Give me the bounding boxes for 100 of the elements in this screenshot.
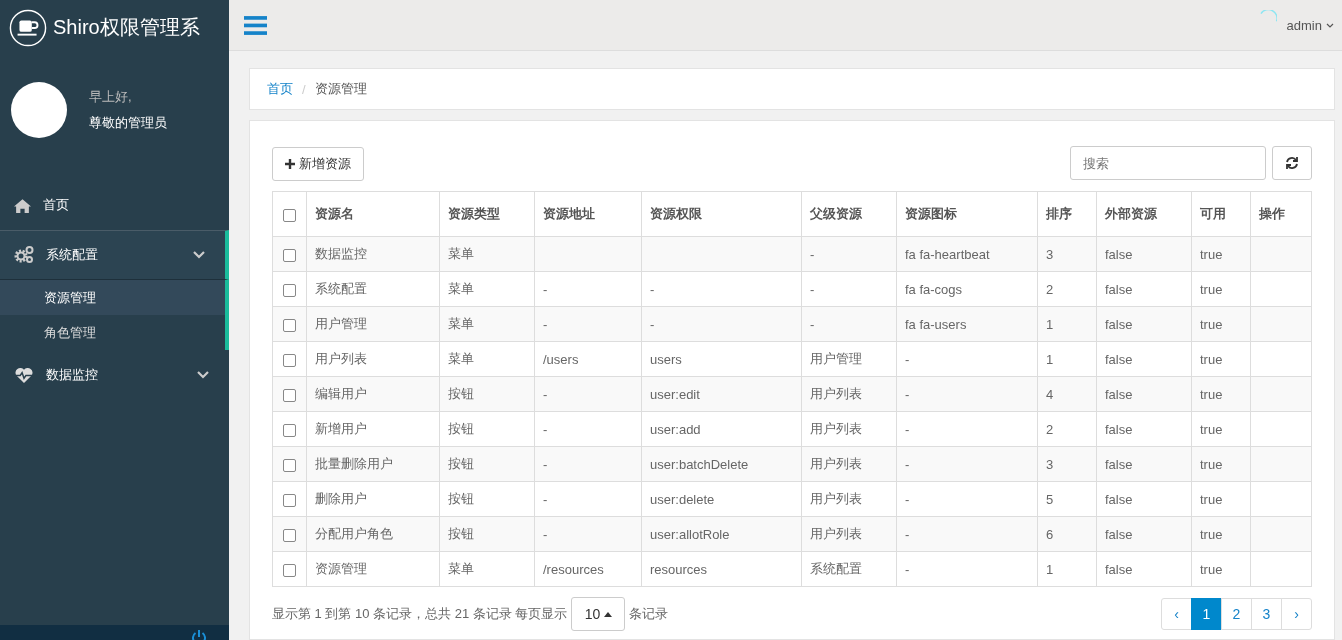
table-cell: true xyxy=(1200,281,1223,297)
column-header[interactable]: 资源权限 xyxy=(641,191,802,237)
table-cell: - xyxy=(905,526,910,542)
table-cell: - xyxy=(810,246,815,262)
coffee-cup-icon xyxy=(9,8,47,47)
heartbeat-icon xyxy=(14,366,34,384)
table-cell: resources xyxy=(650,561,708,577)
row-checkbox[interactable] xyxy=(283,388,296,402)
table-cell: - xyxy=(905,561,910,577)
row-checkbox[interactable] xyxy=(283,563,296,577)
table-cell: false xyxy=(1105,386,1133,402)
column-header[interactable]: 可用 xyxy=(1191,191,1251,237)
menu-icon[interactable] xyxy=(244,15,267,35)
table-cell: - xyxy=(543,316,548,332)
table-cell: true xyxy=(1200,526,1223,542)
table-cell: - xyxy=(543,386,548,402)
breadcrumb-current: 资源管理 xyxy=(314,80,367,98)
column-header[interactable]: 外部资源 xyxy=(1096,191,1192,237)
row-checkbox[interactable] xyxy=(283,248,296,262)
table-cell: true xyxy=(1200,351,1223,367)
table-cell: 按钮 xyxy=(448,386,474,401)
page-button[interactable]: 3 xyxy=(1251,598,1282,630)
row-checkbox[interactable] xyxy=(283,458,296,472)
menu-item[interactable]: 数据监控 xyxy=(0,350,229,400)
page-button[interactable]: 2 xyxy=(1221,598,1252,630)
page-button[interactable]: › xyxy=(1281,598,1312,630)
table-cell: 按钮 xyxy=(448,421,474,436)
table-cell: true xyxy=(1200,491,1223,507)
table-cell: - xyxy=(905,456,910,472)
table-cell: 用户列表 xyxy=(810,386,862,401)
table-cell: fa fa-heartbeat xyxy=(905,246,990,262)
table-cell: 用户列表 xyxy=(810,456,862,471)
refresh-icon xyxy=(1285,156,1299,170)
row-checkbox[interactable] xyxy=(283,318,296,332)
page-button[interactable]: 1 xyxy=(1191,598,1222,630)
table-cell: 用户列表 xyxy=(810,421,862,436)
table-cell: 批量删除用户 xyxy=(315,456,393,471)
table-cell: 分配用户角色 xyxy=(315,526,393,541)
table-cell: false xyxy=(1105,526,1133,542)
avatar xyxy=(11,82,67,138)
table-cell: 新增用户 xyxy=(315,421,367,436)
table-cell: 4 xyxy=(1046,386,1054,402)
refresh-button[interactable] xyxy=(1272,146,1312,180)
column-header[interactable]: 资源图标 xyxy=(896,191,1038,237)
column-header[interactable]: 资源地址 xyxy=(534,191,642,237)
submenu-item[interactable]: 资源管理 xyxy=(0,280,225,315)
column-header[interactable]: 父级资源 xyxy=(801,191,897,237)
table-cell: - xyxy=(905,351,910,367)
table-cell: false xyxy=(1105,351,1133,367)
add-resource-button[interactable]: 新增资源 xyxy=(272,147,364,181)
menu-item[interactable]: 系统配置 xyxy=(0,230,229,280)
row-checkbox[interactable] xyxy=(283,493,296,507)
table-cell: 用户管理 xyxy=(810,351,862,366)
greeting-text: 早上好, xyxy=(89,88,133,106)
page-size-dropdown[interactable]: 10 xyxy=(571,597,626,631)
table-cell: false xyxy=(1105,421,1133,437)
column-header[interactable]: 资源类型 xyxy=(439,191,535,237)
table-cell: 2 xyxy=(1046,281,1054,297)
table-cell: - xyxy=(905,491,910,507)
table-cell: 按钮 xyxy=(448,491,474,506)
column-header[interactable]: 排序 xyxy=(1037,191,1097,237)
table-cell: false xyxy=(1105,246,1133,262)
table-cell: 编辑用户 xyxy=(315,386,367,401)
table-cell: 1 xyxy=(1046,561,1054,577)
column-header[interactable]: 操作 xyxy=(1250,191,1312,237)
table-cell: 系统配置 xyxy=(810,561,862,576)
table-cell: 3 xyxy=(1046,246,1054,262)
row-checkbox[interactable] xyxy=(283,528,296,542)
records-summary: 显示第 1 到第 10 条记录，总共 21 条记录 每页显示 xyxy=(272,605,568,623)
submenu-item[interactable]: 角色管理 xyxy=(0,315,225,350)
plus-icon xyxy=(285,159,295,169)
table-cell: user:allotRole xyxy=(650,526,730,542)
table-cell: user:edit xyxy=(650,386,700,402)
table-cell: - xyxy=(905,421,910,437)
breadcrumb-link[interactable]: 首页 xyxy=(267,80,293,98)
select-all-checkbox[interactable] xyxy=(283,208,296,222)
table-cell: 菜单 xyxy=(448,351,474,366)
table-cell: 用户管理 xyxy=(315,316,367,331)
table-cell: true xyxy=(1200,246,1223,262)
table-cell: fa fa-users xyxy=(905,316,967,332)
table-cell: 菜单 xyxy=(448,561,474,576)
table-cell: 资源管理 xyxy=(315,561,367,576)
home-icon xyxy=(14,197,31,213)
search-field[interactable]: 搜索 xyxy=(1070,146,1266,180)
user-menu[interactable]: admin xyxy=(1286,17,1334,33)
page-button[interactable]: ‹ xyxy=(1161,598,1192,630)
table-cell: 3 xyxy=(1046,456,1054,472)
table-cell: - xyxy=(543,526,548,542)
table-cell: 用户列表 xyxy=(315,351,367,366)
table-cell: 系统配置 xyxy=(315,281,367,296)
table-cell: 5 xyxy=(1046,491,1054,507)
table-cell: false xyxy=(1105,456,1133,472)
row-checkbox[interactable] xyxy=(283,353,296,367)
row-checkbox[interactable] xyxy=(283,423,296,437)
column-header[interactable]: 资源名 xyxy=(306,191,440,237)
table-cell: - xyxy=(543,491,548,507)
row-checkbox[interactable] xyxy=(283,283,296,297)
table-cell: false xyxy=(1105,281,1133,297)
records-suffix: 条记录 xyxy=(629,605,669,623)
menu-item[interactable]: 首页 xyxy=(0,180,229,230)
